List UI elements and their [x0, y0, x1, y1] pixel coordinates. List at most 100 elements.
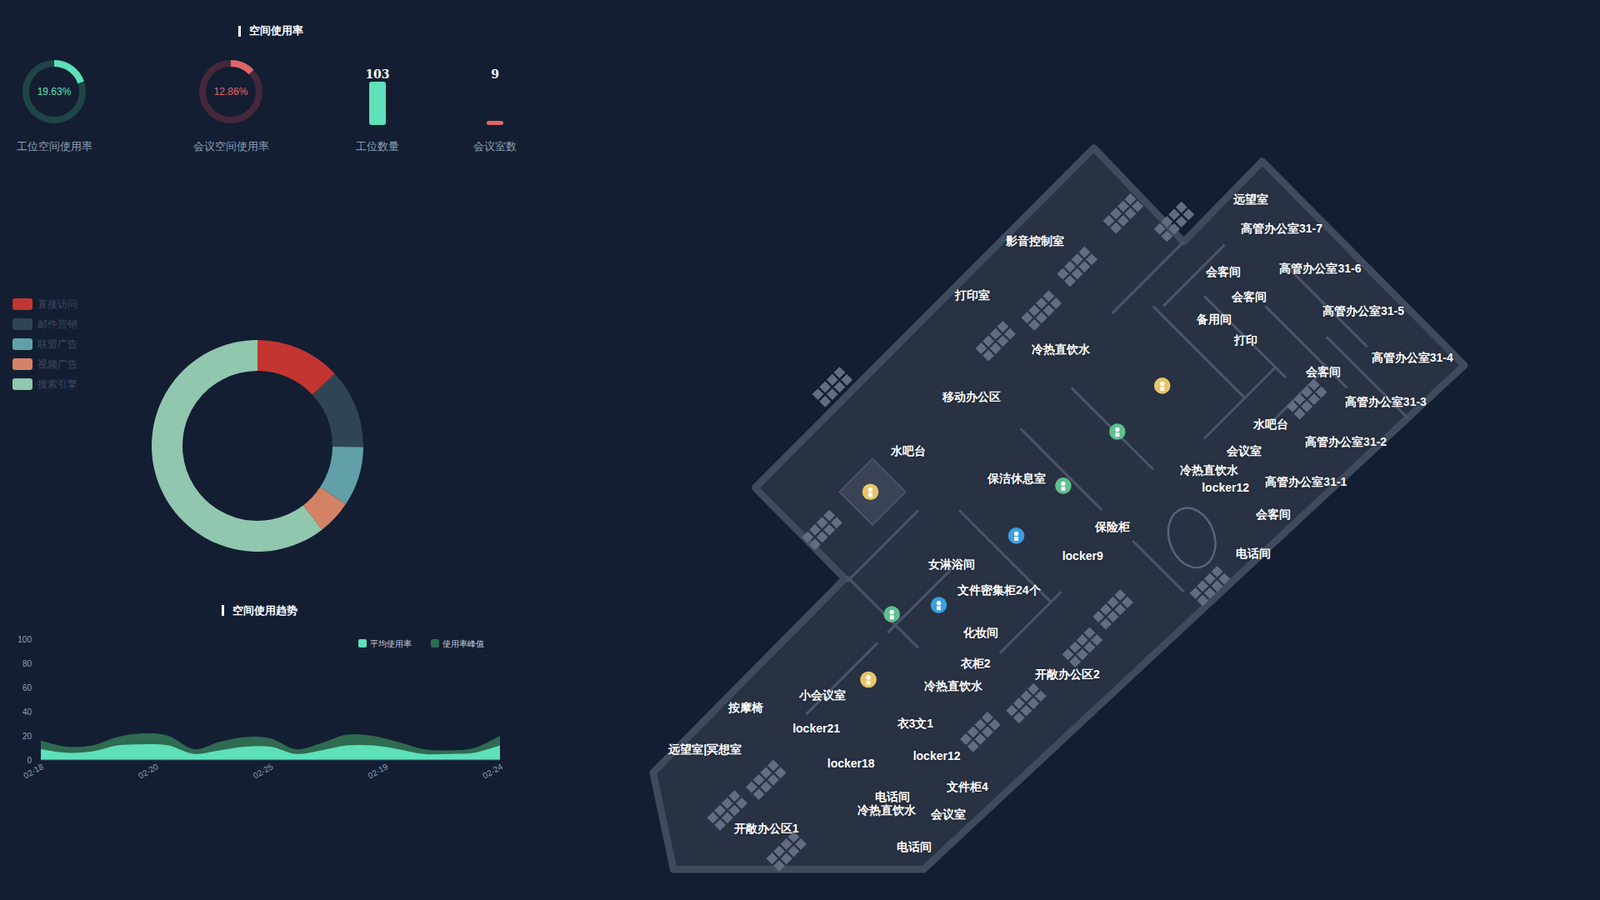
- desk: [735, 797, 748, 810]
- person-icon: [1014, 531, 1019, 536]
- room-label: 水吧台: [1253, 417, 1289, 431]
- desk: [1005, 705, 1018, 717]
- wall: [1265, 305, 1347, 388]
- section-title: 空间使用趋势: [232, 603, 298, 619]
- restroom-icon: [1060, 486, 1065, 491]
- person-icon: [930, 596, 948, 614]
- desk: [981, 711, 994, 724]
- desk: [974, 733, 986, 745]
- desk: [1121, 596, 1134, 609]
- kpi-bar-fill: [486, 120, 504, 125]
- desk-cluster: [801, 510, 842, 550]
- person-icon: [1014, 536, 1019, 541]
- desk: [780, 852, 793, 865]
- room-label: 冷热直饮水: [1031, 342, 1090, 356]
- desk-cluster: [975, 320, 1016, 361]
- desk: [753, 788, 765, 800]
- room-label: 女淋浴间: [928, 557, 975, 571]
- trend-svg: 10080604020002-1802-2002-2502-1902-24平均使…: [0, 623, 534, 790]
- desk-cluster: [765, 830, 806, 871]
- kpi-visual: 9: [440, 58, 550, 125]
- desk: [1117, 215, 1130, 227]
- desk: [1092, 610, 1105, 623]
- kpi-card: 12.86% 会议空间使用率: [176, 58, 285, 155]
- wall: [1112, 241, 1185, 314]
- desk: [1020, 690, 1033, 702]
- service-icon: [868, 487, 873, 492]
- desk: [706, 811, 719, 824]
- legend-item[interactable]: 搜索引擎: [12, 378, 138, 390]
- desk: [1160, 230, 1173, 242]
- desk: [1071, 268, 1084, 280]
- room-label: 高管办公室31-2: [1305, 435, 1387, 449]
- kpi-bar-track: [369, 81, 386, 125]
- y-tick: 20: [22, 731, 33, 741]
- desk: [1114, 603, 1126, 615]
- desk: [1175, 215, 1188, 228]
- legend-swatch: [12, 338, 33, 350]
- series-area: [40, 733, 500, 760]
- desk-cluster: [1021, 290, 1062, 330]
- room-label: locker21: [792, 721, 840, 735]
- desk: [775, 766, 787, 779]
- desk: [714, 805, 726, 817]
- desk: [1043, 305, 1055, 317]
- desk: [1035, 690, 1047, 702]
- restroom-icon: [1109, 423, 1126, 440]
- desk: [1125, 193, 1137, 205]
- legend-swatch: [12, 318, 33, 330]
- service-icon: [1160, 381, 1165, 386]
- desk: [1078, 246, 1090, 259]
- desk: [1056, 268, 1069, 280]
- kpi-value: 12.86%: [197, 58, 265, 125]
- desk: [1196, 580, 1209, 592]
- desk: [990, 328, 1002, 340]
- legend-swatch: [430, 639, 440, 648]
- pie-slice: [151, 340, 322, 552]
- room-label: 冷热直饮水: [857, 803, 916, 817]
- desk: [1064, 275, 1076, 287]
- room-label: 高管办公室31-1: [1265, 475, 1347, 489]
- service-icon: [866, 680, 871, 685]
- restroom-icon: [1055, 477, 1072, 495]
- legend-label: 搜索引擎: [37, 378, 78, 390]
- desk-cluster: [1056, 246, 1097, 287]
- desk-cluster: [1092, 589, 1133, 630]
- desk: [1175, 201, 1188, 214]
- legend-item[interactable]: 联盟广告: [12, 338, 138, 350]
- desk: [1125, 207, 1137, 220]
- kpi-label: 会议空间使用率: [193, 138, 270, 155]
- room-label: 文件柜4: [946, 780, 989, 794]
- desk: [1084, 626, 1096, 639]
- legend-item[interactable]: 视频广告: [12, 358, 138, 370]
- trend-title: 空间使用趋势: [221, 603, 534, 619]
- room-label: 按摩椅: [728, 700, 764, 715]
- x-label: 02-24: [480, 760, 505, 780]
- desk: [780, 838, 793, 850]
- desk: [1035, 297, 1048, 310]
- restroom-icon: [1115, 432, 1120, 437]
- usage-title: 空间使用率: [238, 23, 534, 39]
- room-label: 冷热直饮水: [924, 679, 983, 693]
- legend-item[interactable]: 邮件营销: [12, 318, 138, 330]
- desk: [1190, 587, 1202, 600]
- desk: [1062, 648, 1075, 660]
- legend-label: 平均使用率: [370, 639, 412, 649]
- room-label: 会客间: [1231, 290, 1267, 304]
- dashboard: 空间使用率 19.63%工位空间使用率12.86%会议空间使用率103工位数量9…: [0, 0, 1600, 900]
- legend-item[interactable]: 直接访问: [12, 298, 138, 310]
- desk: [1028, 305, 1040, 317]
- room-label: 高管办公室31-3: [1345, 395, 1427, 409]
- room-label: locker12: [1201, 480, 1250, 495]
- kpi-bar-color: [369, 81, 386, 125]
- wall: [1071, 387, 1154, 470]
- service-icon: [868, 492, 873, 497]
- desk-cluster: [1103, 193, 1144, 234]
- desk: [1084, 641, 1096, 654]
- kpi-bar-fill: [369, 81, 386, 125]
- desk: [1027, 683, 1040, 695]
- room-label: 电话间: [875, 790, 910, 804]
- desk: [1013, 697, 1025, 710]
- pie-chart: [149, 337, 366, 555]
- desk: [990, 342, 1002, 355]
